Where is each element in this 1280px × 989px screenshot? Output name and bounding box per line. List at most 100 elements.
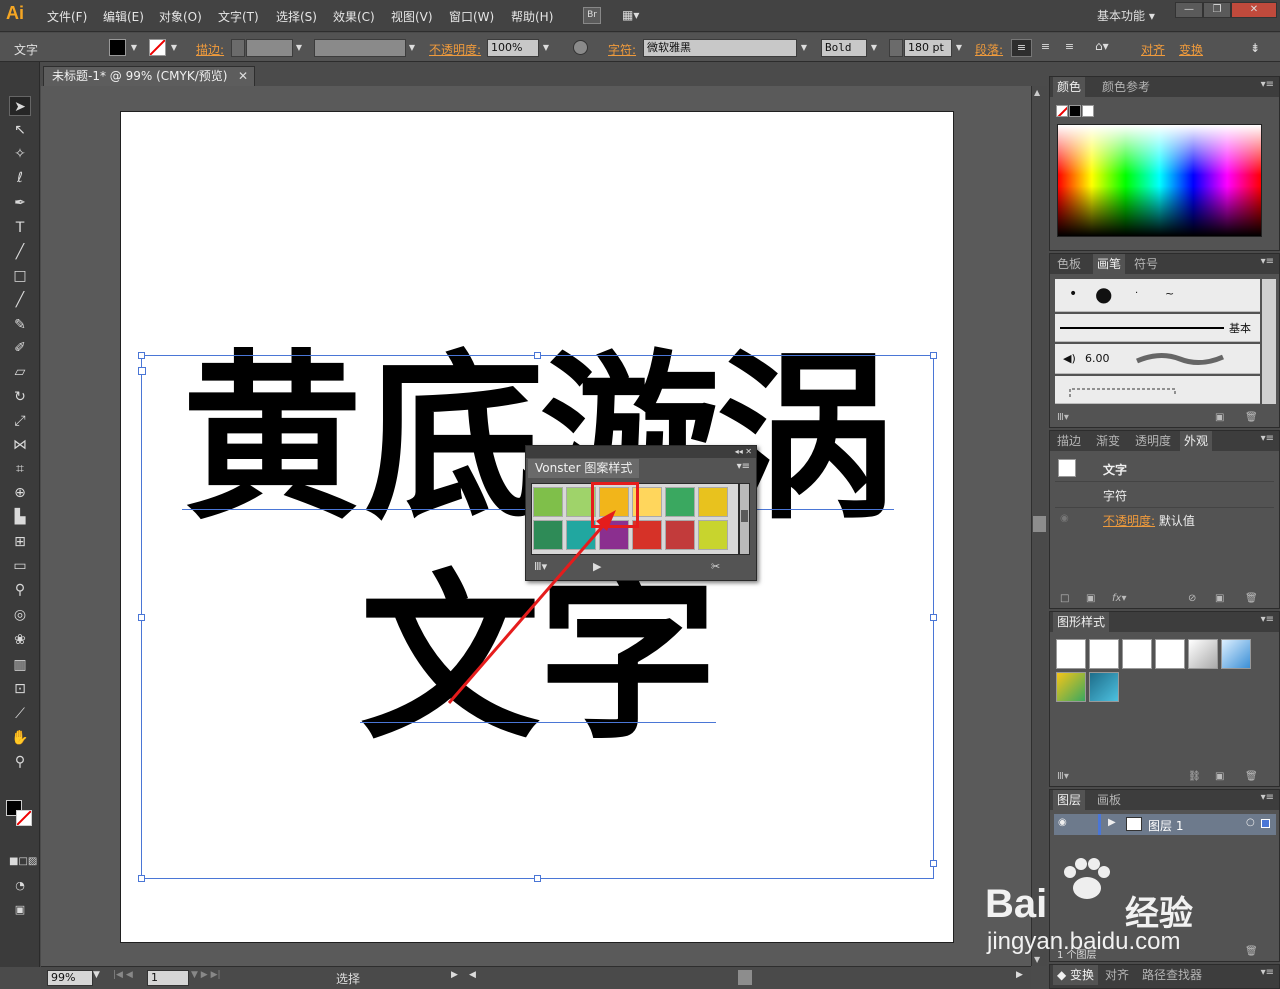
panel-tabs: 色板 画笔 符号 ▾≡ bbox=[1050, 254, 1279, 274]
divider bbox=[1055, 481, 1274, 482]
none-swatch[interactable] bbox=[1056, 105, 1068, 117]
panel-footer: Ⅲ▾ ▣ 🗑 bbox=[1050, 409, 1279, 427]
graphic-styles-panel: 图形样式 ▾≡ Ⅲ▾ ⛓ ▣ 🗑 bbox=[1049, 611, 1280, 787]
graphic-style-swatch[interactable] bbox=[1188, 639, 1218, 669]
tab-artboards[interactable]: 画板 bbox=[1093, 790, 1125, 810]
scroll-left-icon[interactable]: ◀ bbox=[469, 970, 476, 980]
hscroll-thumb[interactable] bbox=[738, 970, 752, 985]
graphic-style-swatch[interactable] bbox=[1056, 672, 1086, 702]
brush-dot-icon[interactable]: ● bbox=[1095, 282, 1112, 306]
panel-footer: Ⅲ▾ ⛓ ▣ 🗑 bbox=[1050, 768, 1279, 786]
zoom-field[interactable]: 99% bbox=[47, 970, 93, 986]
graphic-style-swatch[interactable] bbox=[1221, 639, 1251, 669]
tab-graphic-styles[interactable]: 图形样式 bbox=[1053, 612, 1110, 632]
artboard-number-field[interactable]: 1 bbox=[147, 970, 189, 986]
basic-brush-label: 基本 bbox=[1229, 322, 1251, 335]
speaker-icon: ◀) bbox=[1063, 352, 1076, 365]
tab-transparency[interactable]: 透明度 bbox=[1131, 431, 1175, 451]
tab-pathfinder[interactable]: 路径查找器 bbox=[1138, 965, 1206, 985]
new-brush-icon[interactable]: ▣ bbox=[1215, 412, 1224, 423]
appearance-object-label: 文字 bbox=[1103, 463, 1128, 477]
tab-align[interactable]: 对齐 bbox=[1101, 965, 1133, 985]
tab-gradient[interactable]: 渐变 bbox=[1092, 431, 1124, 451]
tab-color-guide[interactable]: 颜色参考 bbox=[1098, 77, 1154, 97]
graphic-style-swatch[interactable] bbox=[1122, 639, 1152, 669]
brush-dot-icon[interactable]: · bbox=[1135, 288, 1138, 299]
layer-thumbnail bbox=[1126, 817, 1142, 831]
brush-pattern-row[interactable] bbox=[1055, 376, 1260, 404]
layers-panel: 图层 画板 ▾≡ ◉ ▶ 图层 1 ○ 1 个图层 🗑 bbox=[1049, 789, 1280, 962]
panel-menu-icon[interactable]: ▾≡ bbox=[1261, 79, 1274, 90]
panel-menu-icon[interactable]: ▾≡ bbox=[1261, 792, 1274, 803]
opacity-link[interactable]: 不透明度: bbox=[1103, 514, 1155, 528]
new-style-icon[interactable]: ▣ bbox=[1215, 771, 1224, 782]
pattern-brush-icon bbox=[1069, 388, 1176, 397]
status-menu-icon[interactable]: ▶ bbox=[451, 970, 458, 980]
scroll-right-icon[interactable]: ▶ bbox=[1016, 970, 1023, 980]
tab-appearance[interactable]: 外观 bbox=[1180, 431, 1213, 451]
panel-tabs: 图层 画板 ▾≡ bbox=[1050, 790, 1279, 810]
panel-tabs: 描边 渐变 透明度 外观 ▾≡ bbox=[1050, 431, 1279, 451]
black-swatch[interactable] bbox=[1069, 105, 1081, 117]
chevron-down-icon[interactable]: ▼ bbox=[93, 970, 100, 980]
panel-footer: □ ▣ fx▾ ⊘ ▣ 🗑 bbox=[1050, 590, 1279, 608]
brush-dot-icon[interactable]: ~ bbox=[1165, 287, 1174, 300]
library-menu-icon[interactable]: Ⅲ▾ bbox=[1057, 771, 1069, 782]
opacity-default-value: 默认值 bbox=[1158, 514, 1195, 528]
tab-stroke[interactable]: 描边 bbox=[1053, 431, 1085, 451]
graphic-style-swatch[interactable] bbox=[1056, 639, 1086, 669]
expand-arrow-icon[interactable]: ▶ bbox=[1108, 817, 1116, 828]
duplicate-icon[interactable]: ▣ bbox=[1215, 593, 1224, 604]
brush-basic-row[interactable]: 基本 bbox=[1055, 314, 1260, 342]
clear-icon[interactable]: ⊘ bbox=[1188, 593, 1196, 604]
selection-indicator[interactable] bbox=[1261, 819, 1270, 828]
brush-size-value: 6.00 bbox=[1085, 352, 1110, 365]
tab-brushes[interactable]: 画笔 bbox=[1093, 254, 1126, 274]
panel-menu-icon[interactable]: ▾≡ bbox=[1261, 433, 1274, 444]
fx-icon[interactable]: fx▾ bbox=[1112, 593, 1126, 604]
appearance-thumbnail bbox=[1058, 459, 1076, 477]
add-stroke-icon[interactable]: □ bbox=[1060, 593, 1069, 604]
tab-color[interactable]: 颜色 bbox=[1053, 77, 1086, 97]
tab-symbols[interactable]: 符号 bbox=[1130, 254, 1162, 274]
brush-size-row[interactable]: ◀) 6.00 bbox=[1055, 344, 1260, 374]
panel-menu-icon[interactable]: ▾≡ bbox=[1261, 256, 1274, 267]
tab-color-label: 颜色 bbox=[1057, 80, 1082, 94]
character-row[interactable]: 字符 bbox=[1103, 487, 1127, 504]
brush-dot-icon[interactable]: • bbox=[1069, 286, 1077, 302]
delete-icon[interactable]: 🗑 bbox=[1245, 946, 1258, 957]
graphic-style-swatch[interactable] bbox=[1089, 672, 1119, 702]
panel-menu-icon[interactable]: ▾≡ bbox=[1261, 614, 1274, 625]
color-spectrum[interactable] bbox=[1057, 124, 1262, 237]
graphic-style-swatch[interactable] bbox=[1089, 639, 1119, 669]
add-fill-icon[interactable]: ▣ bbox=[1086, 593, 1095, 604]
delete-icon[interactable]: 🗑 bbox=[1245, 771, 1258, 782]
graphic-style-swatch[interactable] bbox=[1155, 639, 1185, 669]
status-bar: 99% ▼ |◀ ◀ 1 ▼ ▶ ▶| 选择 ▶ ◀ ▶ bbox=[41, 966, 1031, 989]
divider bbox=[1055, 507, 1274, 508]
layer-row[interactable]: ◉ ▶ 图层 1 ○ bbox=[1054, 814, 1276, 835]
target-circle-icon[interactable]: ○ bbox=[1246, 817, 1255, 828]
white-swatch[interactable] bbox=[1082, 105, 1094, 117]
current-tool-status: 选择 bbox=[336, 972, 361, 986]
tab-layers[interactable]: 图层 bbox=[1053, 790, 1086, 810]
library-menu-icon[interactable]: Ⅲ▾ bbox=[1057, 412, 1069, 423]
panel-menu-icon[interactable]: ▾≡ bbox=[1261, 967, 1274, 978]
next-page-icon[interactable]: ▼ ▶ ▶| bbox=[191, 970, 221, 980]
delete-icon[interactable]: 🗑 bbox=[1245, 593, 1258, 604]
tab-swatches[interactable]: 色板 bbox=[1053, 254, 1085, 274]
brush-dots-row[interactable]: • ● · ~ bbox=[1055, 279, 1260, 312]
brush-scrollbar[interactable] bbox=[1262, 279, 1276, 404]
delete-icon[interactable]: 🗑 bbox=[1245, 412, 1258, 423]
transform-panel-collapsed: ◆ 变换 对齐 路径查找器 ▾≡ bbox=[1049, 964, 1280, 989]
panel-tabs: 图形样式 ▾≡ bbox=[1050, 612, 1279, 632]
tab-transform[interactable]: ◆ 变换 bbox=[1053, 965, 1099, 985]
visibility-eye-icon[interactable]: ◉ bbox=[1060, 513, 1069, 524]
opacity-row[interactable]: 不透明度: 默认值 bbox=[1103, 512, 1195, 529]
layer-name[interactable]: 图层 1 bbox=[1148, 817, 1183, 834]
tab-transform-label: 变换 bbox=[1070, 968, 1095, 982]
visibility-eye-icon[interactable]: ◉ bbox=[1058, 817, 1067, 828]
panel-tabs: 颜色 颜色参考 ▾≡ bbox=[1050, 77, 1279, 97]
first-page-icon[interactable]: |◀ ◀ bbox=[113, 970, 133, 980]
break-link-icon[interactable]: ⛓ bbox=[1188, 771, 1201, 782]
